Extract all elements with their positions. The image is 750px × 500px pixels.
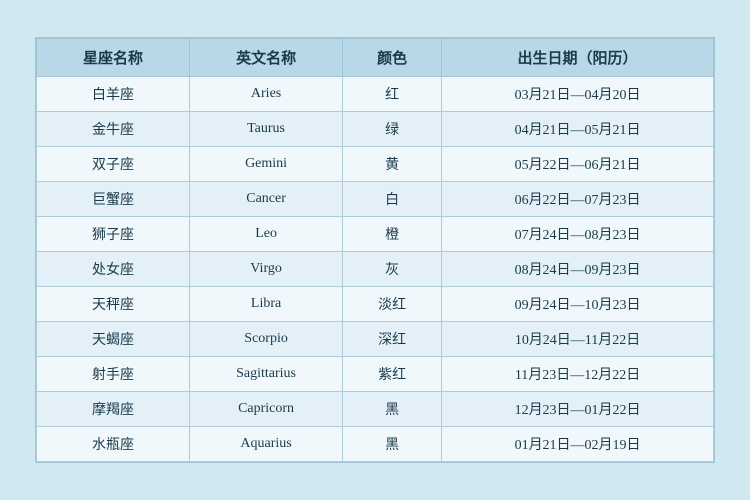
cell-chinese-name: 摩羯座 [37, 392, 190, 427]
table-row: 金牛座Taurus绿04月21日—05月21日 [37, 112, 714, 147]
header-english-name: 英文名称 [190, 39, 343, 77]
cell-dates: 09月24日—10月23日 [442, 287, 714, 322]
table-row: 天秤座Libra淡红09月24日—10月23日 [37, 287, 714, 322]
cell-dates: 10月24日—11月22日 [442, 322, 714, 357]
table-header-row: 星座名称 英文名称 颜色 出生日期（阳历） [37, 39, 714, 77]
cell-dates: 07月24日—08月23日 [442, 217, 714, 252]
cell-chinese-name: 巨蟹座 [37, 182, 190, 217]
cell-dates: 03月21日—04月20日 [442, 77, 714, 112]
cell-color: 白 [343, 182, 442, 217]
cell-english-name: Libra [190, 287, 343, 322]
zodiac-table-container: 星座名称 英文名称 颜色 出生日期（阳历） 白羊座Aries红03月21日—04… [35, 37, 715, 463]
cell-dates: 05月22日—06月21日 [442, 147, 714, 182]
table-row: 摩羯座Capricorn黑12月23日—01月22日 [37, 392, 714, 427]
cell-chinese-name: 白羊座 [37, 77, 190, 112]
table-row: 巨蟹座Cancer白06月22日—07月23日 [37, 182, 714, 217]
cell-color: 紫红 [343, 357, 442, 392]
cell-dates: 12月23日—01月22日 [442, 392, 714, 427]
table-row: 水瓶座Aquarius黑01月21日—02月19日 [37, 427, 714, 462]
table-row: 白羊座Aries红03月21日—04月20日 [37, 77, 714, 112]
table-body: 白羊座Aries红03月21日—04月20日金牛座Taurus绿04月21日—0… [37, 77, 714, 462]
cell-english-name: Scorpio [190, 322, 343, 357]
cell-color: 橙 [343, 217, 442, 252]
table-row: 天蝎座Scorpio深红10月24日—11月22日 [37, 322, 714, 357]
header-dates: 出生日期（阳历） [442, 39, 714, 77]
cell-color: 黑 [343, 427, 442, 462]
table-row: 处女座Virgo灰08月24日—09月23日 [37, 252, 714, 287]
header-chinese-name: 星座名称 [37, 39, 190, 77]
cell-color: 黄 [343, 147, 442, 182]
cell-chinese-name: 射手座 [37, 357, 190, 392]
cell-english-name: Capricorn [190, 392, 343, 427]
cell-chinese-name: 天蝎座 [37, 322, 190, 357]
cell-color: 黑 [343, 392, 442, 427]
cell-chinese-name: 处女座 [37, 252, 190, 287]
table-row: 狮子座Leo橙07月24日—08月23日 [37, 217, 714, 252]
cell-dates: 11月23日—12月22日 [442, 357, 714, 392]
cell-chinese-name: 狮子座 [37, 217, 190, 252]
table-row: 射手座Sagittarius紫红11月23日—12月22日 [37, 357, 714, 392]
cell-english-name: Leo [190, 217, 343, 252]
cell-dates: 01月21日—02月19日 [442, 427, 714, 462]
cell-color: 深红 [343, 322, 442, 357]
zodiac-table: 星座名称 英文名称 颜色 出生日期（阳历） 白羊座Aries红03月21日—04… [36, 38, 714, 462]
cell-english-name: Sagittarius [190, 357, 343, 392]
cell-english-name: Aquarius [190, 427, 343, 462]
cell-english-name: Gemini [190, 147, 343, 182]
cell-chinese-name: 金牛座 [37, 112, 190, 147]
table-row: 双子座Gemini黄05月22日—06月21日 [37, 147, 714, 182]
cell-chinese-name: 水瓶座 [37, 427, 190, 462]
cell-english-name: Taurus [190, 112, 343, 147]
cell-english-name: Virgo [190, 252, 343, 287]
cell-dates: 08月24日—09月23日 [442, 252, 714, 287]
header-color: 颜色 [343, 39, 442, 77]
cell-color: 灰 [343, 252, 442, 287]
cell-english-name: Cancer [190, 182, 343, 217]
cell-color: 红 [343, 77, 442, 112]
cell-color: 绿 [343, 112, 442, 147]
cell-dates: 04月21日—05月21日 [442, 112, 714, 147]
cell-chinese-name: 天秤座 [37, 287, 190, 322]
cell-english-name: Aries [190, 77, 343, 112]
cell-chinese-name: 双子座 [37, 147, 190, 182]
cell-color: 淡红 [343, 287, 442, 322]
cell-dates: 06月22日—07月23日 [442, 182, 714, 217]
